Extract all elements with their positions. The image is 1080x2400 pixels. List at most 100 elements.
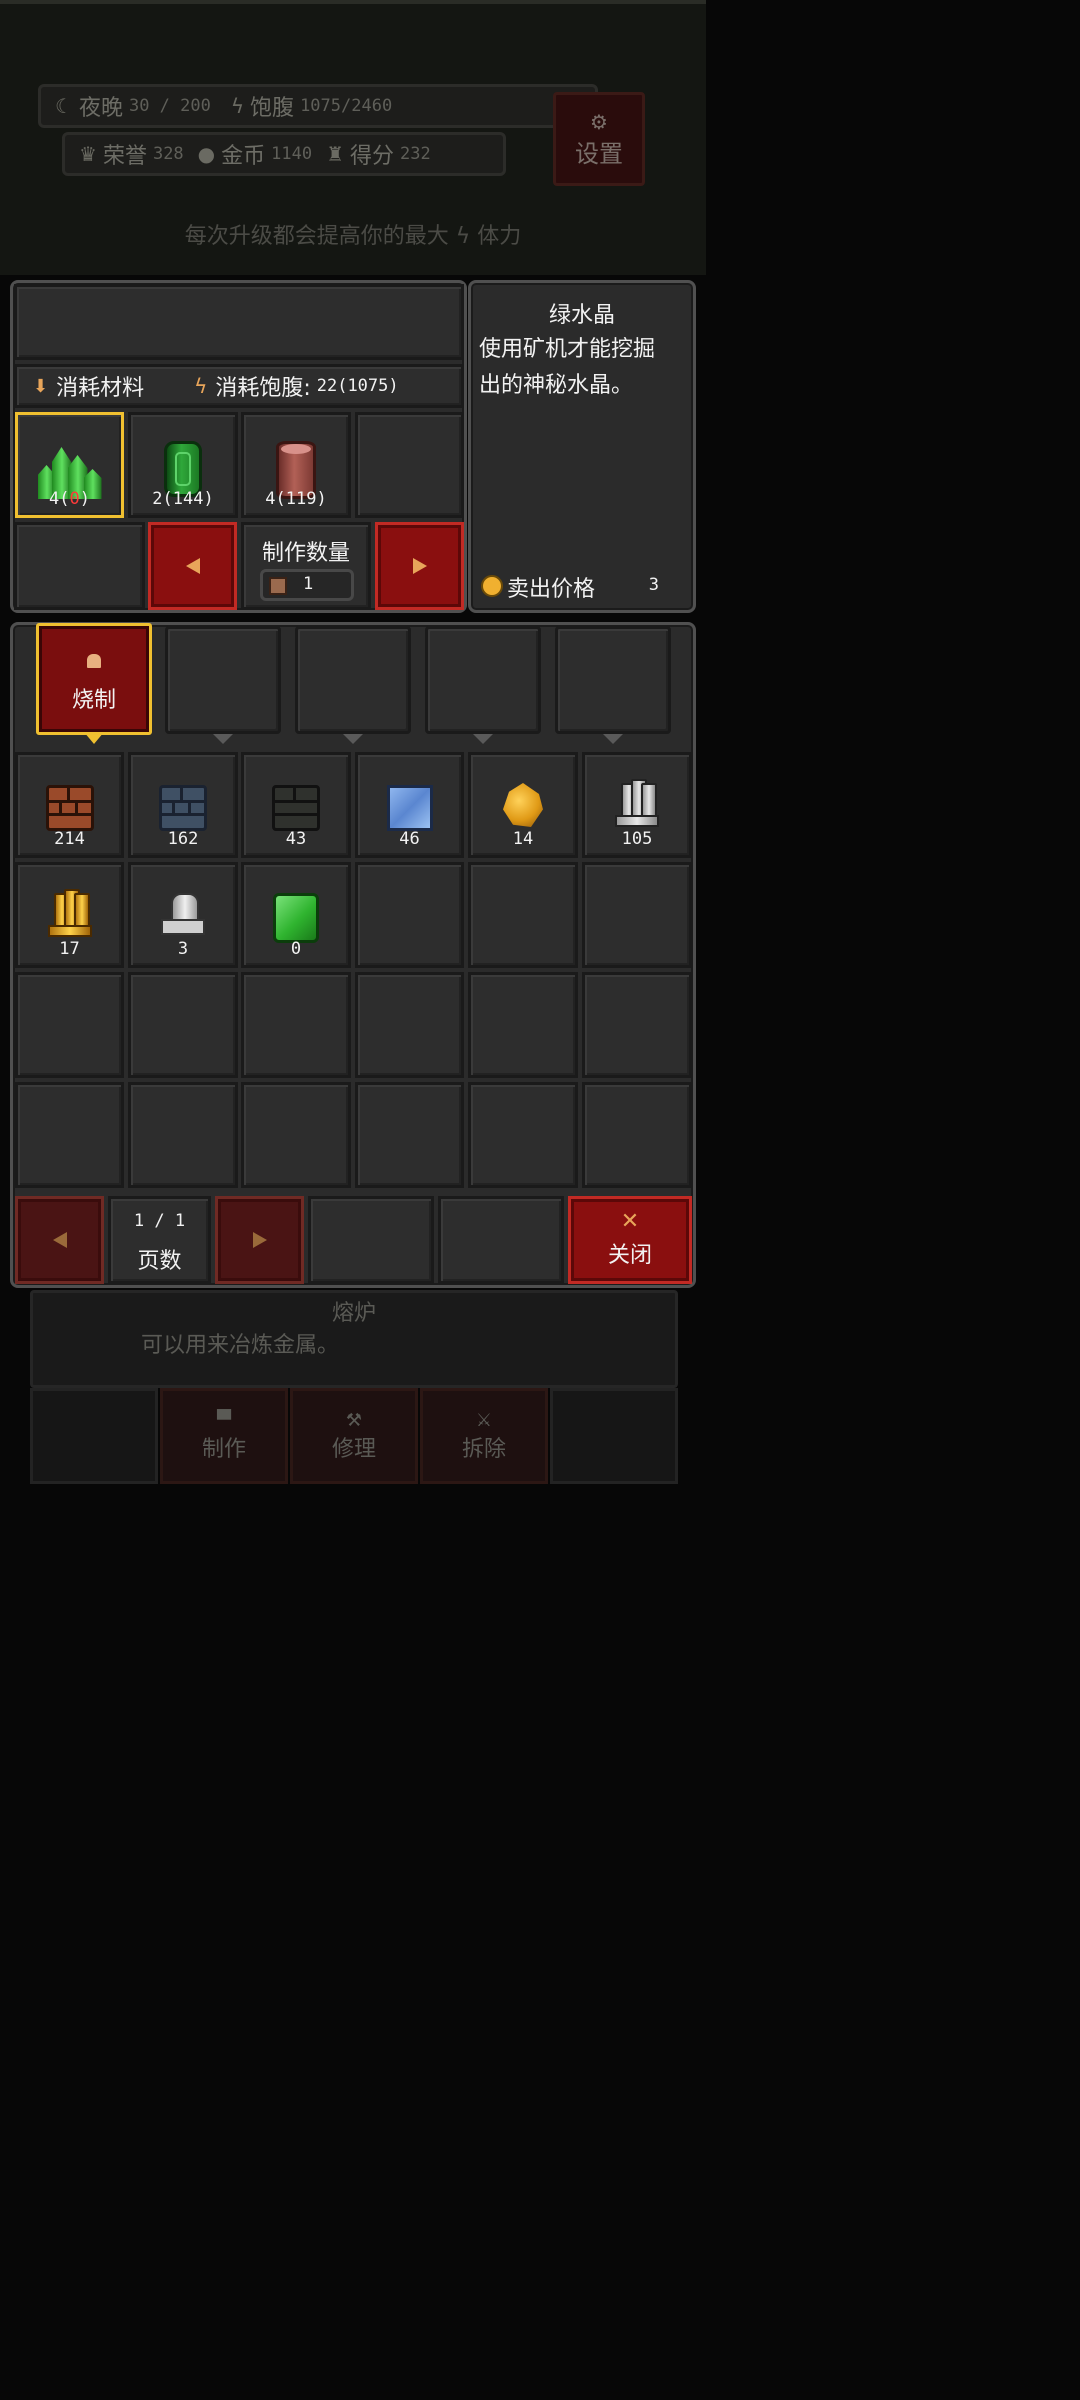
gold-ingot-icon <box>47 889 92 937</box>
ingredient-slot[interactable]: 4(119) <box>241 412 351 518</box>
close-button[interactable]: ✕ 关闭 <box>568 1196 692 1284</box>
inventory-slot-empty[interactable] <box>355 862 464 968</box>
ingredient-slot-selected[interactable]: 4(0) <box>15 412 124 518</box>
inventory-slot-empty[interactable] <box>468 1082 578 1188</box>
pager-empty-slot <box>308 1196 434 1284</box>
background-slot <box>30 1388 158 1484</box>
glass-block-icon <box>386 785 433 831</box>
inventory-slot-empty[interactable] <box>355 972 464 1078</box>
item-name: 绿水晶 <box>548 303 615 328</box>
page-prev-button[interactable] <box>15 1196 104 1284</box>
inventory-slot[interactable]: 14 <box>468 752 578 858</box>
item-description-line2: 出的神秘水晶。 <box>479 373 634 398</box>
materials-label: 消耗材料 <box>56 376 145 401</box>
inventory-slot-empty[interactable] <box>468 862 578 968</box>
gold-ore-icon <box>503 783 543 827</box>
hammer-icon: ⚒ <box>345 1409 363 1431</box>
tab-empty[interactable] <box>295 626 411 734</box>
background-slot <box>550 1388 678 1484</box>
satiety-label: 饱腹 <box>250 96 295 121</box>
inventory-slot[interactable]: 17 <box>15 862 124 968</box>
item-count: 162 <box>167 829 199 849</box>
tab-indicator <box>343 734 363 744</box>
furnace-title: 熔炉 <box>331 1301 376 1326</box>
repair-label: 修理 <box>331 1436 376 1462</box>
tab-empty[interactable] <box>425 626 541 734</box>
furnace-info-panel: 熔炉 可以用来冶炼金属。 <box>30 1290 678 1388</box>
blue-brick-icon <box>159 785 207 831</box>
empty-slot <box>14 522 145 610</box>
inventory-slot-empty[interactable] <box>582 972 692 1078</box>
ingredient-count: 4(119) <box>265 489 327 509</box>
arrow-down-icon: ⬇ <box>33 375 49 397</box>
background-edge <box>0 0 706 4</box>
level-up-tip: 每次升级都会提高你的最大 ϟ 体力 <box>0 218 706 250</box>
dismantle-label: 拆除 <box>461 1436 506 1462</box>
inventory-slot-empty[interactable] <box>355 1082 464 1188</box>
item-count: 43 <box>285 829 307 849</box>
axe-icon: ⚔ <box>475 1409 493 1431</box>
inventory-slot[interactable]: 0 <box>241 862 351 968</box>
inventory-slot-empty[interactable] <box>468 972 578 1078</box>
gear-icon: ⚙ <box>590 109 608 134</box>
night-value: 30 / 200 <box>128 96 211 116</box>
inventory-slot[interactable]: 46 <box>355 752 464 858</box>
night-label: 夜晚 <box>78 96 123 121</box>
trophy-icon: ♜ <box>326 142 345 166</box>
inventory-slot[interactable]: 43 <box>241 752 351 858</box>
inventory-slot-empty[interactable] <box>241 1082 351 1188</box>
inventory-slot-empty[interactable] <box>241 972 351 1078</box>
page-value: 1 / 1 <box>133 1211 186 1231</box>
settings-button[interactable]: ⚙ 设置 <box>553 92 645 186</box>
item-count: 3 <box>177 939 189 959</box>
inventory-slot[interactable]: 105 <box>582 752 692 858</box>
repair-button[interactable]: ⚒ 修理 <box>290 1388 418 1484</box>
moon-icon: ☾ <box>55 94 73 118</box>
arrow-right-icon <box>412 558 427 574</box>
inventory-slot-empty[interactable] <box>15 972 124 1078</box>
inventory-slot-empty[interactable] <box>582 862 692 968</box>
tip-text-stamina: 体力 <box>477 224 522 249</box>
quantity-stepper[interactable]: 1 <box>260 569 354 601</box>
sell-price-label: 卖出价格 <box>507 577 596 602</box>
inventory-slot-empty[interactable] <box>582 1082 692 1188</box>
inventory-slot[interactable]: 162 <box>128 752 238 858</box>
ingredient-slot-empty[interactable] <box>355 412 464 518</box>
inventory-slot-empty[interactable] <box>15 1082 124 1188</box>
inventory-slot[interactable]: 214 <box>15 752 124 858</box>
anvil-icon: ▀ <box>217 1409 231 1431</box>
tab-smelting-label: 烧制 <box>71 688 116 713</box>
pager-empty-slot <box>438 1196 564 1284</box>
crown-icon: ♛ <box>79 142 97 166</box>
item-count: 0 <box>290 939 302 959</box>
honor-value: 328 <box>152 144 184 164</box>
tab-indicator <box>473 734 493 744</box>
item-count: 17 <box>59 939 80 959</box>
furnace-icon <box>87 654 101 668</box>
quantity-increase-button[interactable] <box>375 522 464 610</box>
tab-empty[interactable] <box>165 626 281 734</box>
item-count: 105 <box>621 829 653 849</box>
metal-machine-icon <box>161 893 205 937</box>
craft-button[interactable]: ▀ 制作 <box>160 1388 288 1484</box>
ingredient-slot[interactable]: 2(144) <box>128 412 238 518</box>
status-bar-bottom: ♛ 荣誉 328 ● 金币 1140 ♜ 得分 232 <box>62 132 506 176</box>
page-next-button[interactable] <box>215 1196 304 1284</box>
inventory-slot-empty[interactable] <box>128 1082 238 1188</box>
status-bar-top: ☾ 夜晚 30 / 200 ϟ 饱腹 1075/2460 <box>38 84 598 128</box>
close-icon: ✕ <box>620 1209 640 1234</box>
crate-icon <box>269 577 287 595</box>
dismantle-button[interactable]: ⚔ 拆除 <box>420 1388 548 1484</box>
score-label: 得分 <box>350 144 395 169</box>
satiety-cost-label: 消耗饱腹: <box>215 376 311 401</box>
tab-smelting[interactable]: 烧制 <box>36 623 152 735</box>
page-indicator: 1 / 1 页数 <box>108 1196 211 1284</box>
tab-empty[interactable] <box>555 626 671 734</box>
red-brick-icon <box>45 785 94 831</box>
inventory-slot[interactable]: 3 <box>128 862 238 968</box>
item-detail-panel: 绿水晶 使用矿机才能挖掘 出的神秘水晶。 卖出价格 3 <box>468 280 696 613</box>
materials-header: ⬇ 消耗材料 ϟ 消耗饱腹: 22(1075) <box>14 364 464 408</box>
quantity-box: 制作数量 1 <box>241 522 371 610</box>
inventory-slot-empty[interactable] <box>128 972 238 1078</box>
quantity-decrease-button[interactable] <box>148 522 237 610</box>
